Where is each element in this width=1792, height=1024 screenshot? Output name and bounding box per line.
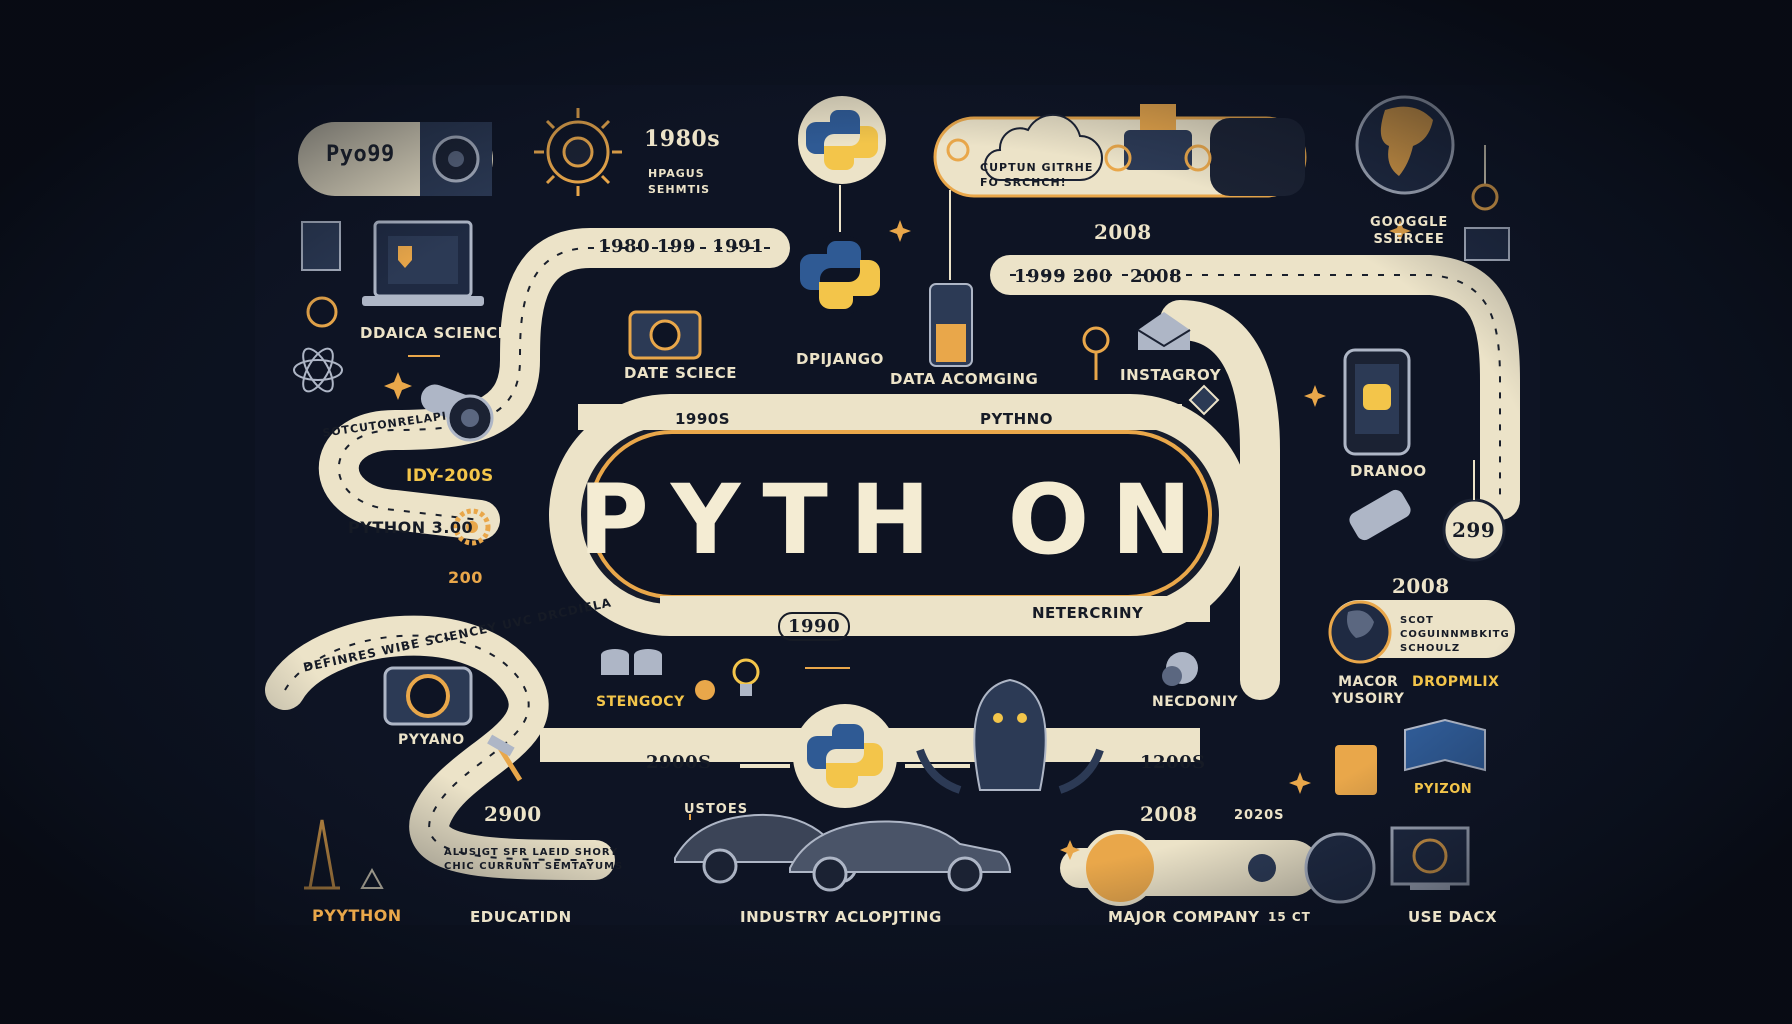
label-django: DPIJANGO — [796, 350, 884, 368]
label-dranoo: DRANOO — [1350, 462, 1427, 480]
label-major-company: MAJOR COMPANY — [1108, 908, 1260, 926]
year-1200s: 1200S — [1140, 752, 1206, 773]
road-year-3: 1999 200 — [1014, 266, 1112, 287]
label-pyyano: PYYANO — [398, 732, 465, 748]
year-2900: 2900 — [484, 802, 542, 826]
infographic-canvas: { "colors": { "background": "#0c1220", "… — [0, 0, 1792, 1024]
label-data-science-1: DDAICA SCIENCE — [360, 324, 509, 342]
circle-299: 299 — [1452, 518, 1496, 542]
track-top-year: 1990S — [675, 410, 731, 428]
scot-caption: SCOT COGUINNMBKITG SCHOULZ — [1400, 615, 1510, 654]
label-use-dacx: USE DACX — [1408, 908, 1498, 926]
label-education: EDUCATIDN — [470, 908, 572, 926]
version-label: PYTHON 3.00 — [348, 518, 474, 537]
label-instagroy: INSTAGROY — [1120, 366, 1222, 384]
label-necdoniy: NECDONIY — [1152, 694, 1239, 710]
year-2008-low: 2008 — [1140, 802, 1198, 826]
year-range: IDY-200S — [406, 466, 494, 486]
label-ustoes: USTOES — [684, 802, 749, 817]
road-year-4: 2008 — [1130, 266, 1183, 287]
label-data-acoming: DATA ACOMGING — [890, 370, 1039, 388]
label-python-bottom: PYYTHON — [312, 906, 402, 925]
code-glyphs: 15 CT — [1268, 910, 1311, 924]
year-2020s: 2020S — [1234, 808, 1285, 823]
road-year-2: 1991 — [712, 236, 765, 257]
cloud-caption: CUPTUN GITRHE FO SRCHCH! — [980, 161, 1094, 189]
label-stengocy: STENGOCY — [596, 694, 685, 710]
track-bottom-year: 1990 — [778, 612, 851, 641]
bottom-caption: ALUSIGT SFR LAEID SHORY CHIC CURRUNT SEM… — [444, 847, 624, 872]
label-google: GOOGGLE SSERCEE — [1370, 215, 1449, 247]
badge-label: Pyo99 — [326, 142, 395, 167]
label-industry: INDUSTRY ACLOPJTING — [740, 908, 942, 926]
year-2008-mid: 2008 — [1392, 574, 1450, 598]
main-title: PYTH ON — [578, 464, 1214, 576]
year-2008-top: 2008 — [1094, 220, 1152, 244]
year-1980s: 1980s — [644, 126, 721, 152]
label-macor: MACOR YUSOIRY — [1332, 674, 1405, 707]
road-year-1: 1980 199 — [598, 236, 696, 257]
label-pyizon: PYIZON — [1414, 782, 1473, 797]
track-top-label: PYTHNO — [980, 410, 1053, 428]
label-data-science-2: DATE SCIECE — [624, 364, 737, 382]
year-2900s: 2900S — [646, 752, 712, 773]
year-200: 200 — [448, 568, 483, 587]
caption-hpagus: HPAGUS SEHMTIS — [648, 167, 711, 196]
track-bottom-label: NETERCRINY — [1032, 604, 1144, 622]
label-dropmlix: DROPMLIX — [1412, 674, 1500, 690]
